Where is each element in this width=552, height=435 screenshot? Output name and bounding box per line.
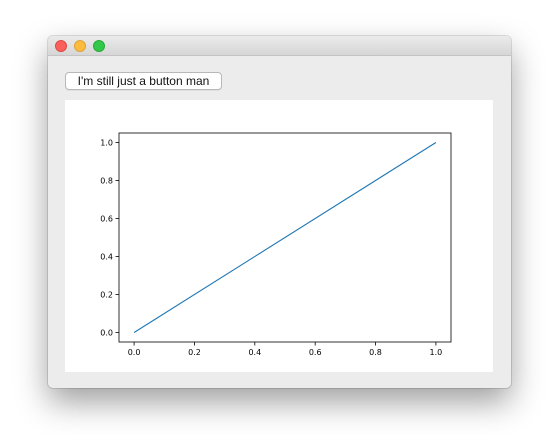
y-tick-label-1: 0.2 [100, 291, 113, 300]
minimize-window-button[interactable] [74, 40, 86, 52]
plot-canvas: 0.0 0.2 0.4 0.6 0.8 1.0 0.0 0.2 0.4 0.6 0.8 1.0 [65, 100, 493, 372]
y-tick-label-4: 0.8 [100, 177, 113, 186]
x-tick-label-1: 0.2 [188, 348, 201, 357]
y-tick-label-0: 0.0 [100, 329, 113, 338]
push-button[interactable]: I'm still just a button man [65, 72, 222, 90]
x-tick-label-4: 0.8 [369, 348, 382, 357]
x-tick-label-5: 1.0 [430, 348, 443, 357]
series-line-0 [133, 142, 437, 333]
close-window-button[interactable] [55, 40, 67, 52]
x-tick-label-3: 0.6 [309, 348, 322, 357]
x-tick-label-2: 0.4 [248, 348, 261, 357]
y-tick-label-5: 1.0 [100, 139, 113, 148]
title-bar[interactable] [48, 36, 511, 56]
line-chart: 0.0 0.2 0.4 0.6 0.8 1.0 0.0 0.2 0.4 0.6 0.8 1.0 [100, 132, 452, 357]
x-tick-label-0: 0.0 [128, 348, 141, 357]
zoom-window-button[interactable] [93, 40, 105, 52]
y-tick-label-3: 0.6 [100, 215, 113, 224]
y-tick-label-2: 0.4 [100, 253, 113, 262]
app-window: I'm still just a button man 0.0 0.2 0.4 0.6… [48, 36, 511, 388]
